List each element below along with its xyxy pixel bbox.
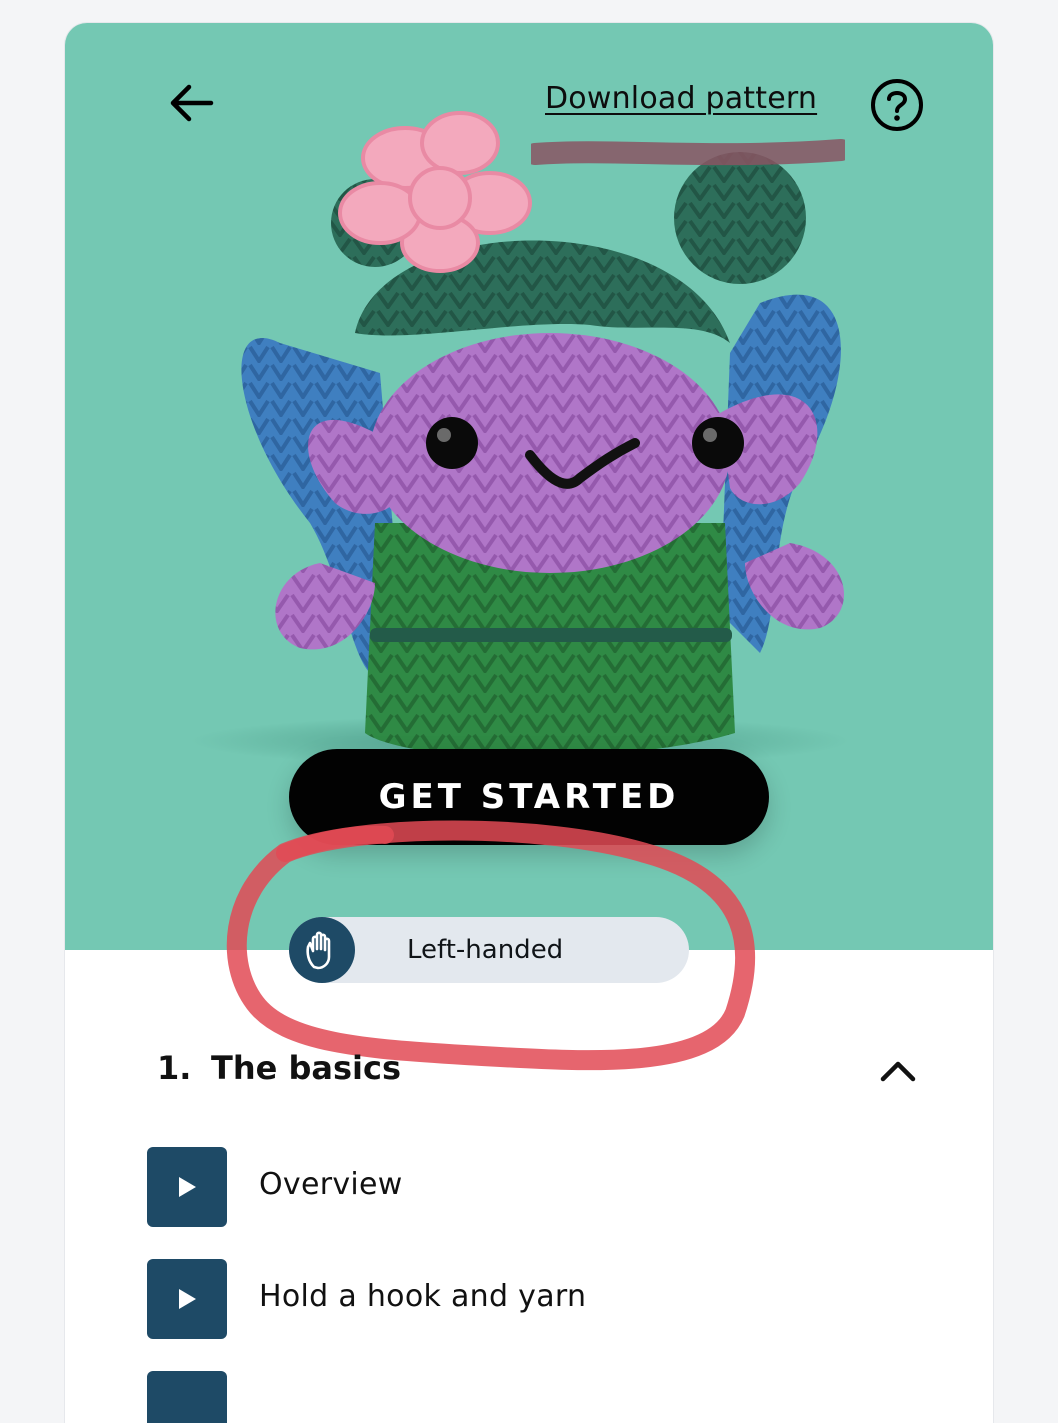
lesson-label: Overview: [259, 1167, 403, 1202]
section-number: 1.: [157, 1049, 192, 1087]
chevron-up-icon[interactable]: [879, 1055, 917, 1085]
lesson-overview[interactable]: Overview: [147, 1147, 907, 1227]
crochet-fairy-image: [190, 111, 850, 767]
hand-icon: [306, 931, 331, 970]
play-button[interactable]: [147, 1147, 227, 1227]
section-header-the-basics[interactable]: 1. The basics: [157, 1043, 917, 1103]
lesson-label: Hold a hook and yarn: [259, 1279, 587, 1314]
play-button[interactable]: [147, 1259, 227, 1339]
play-icon: [179, 1177, 196, 1197]
hero-section: Download pattern GET STARTED: [65, 23, 993, 950]
get-started-button[interactable]: GET STARTED: [289, 749, 769, 845]
play-icon: [179, 1289, 196, 1309]
toggle-label: Left-handed: [407, 935, 564, 965]
lesson-next[interactable]: [147, 1371, 907, 1423]
scribble-mark: [531, 139, 845, 166]
pattern-card: Download pattern GET STARTED Left-handed…: [65, 23, 993, 1423]
left-handed-toggle[interactable]: Left-handed: [289, 917, 689, 983]
play-button[interactable]: [147, 1371, 227, 1423]
section-title: The basics: [211, 1049, 401, 1087]
toggle-knob: [289, 917, 355, 983]
lesson-hold-hook-yarn[interactable]: Hold a hook and yarn: [147, 1259, 907, 1339]
